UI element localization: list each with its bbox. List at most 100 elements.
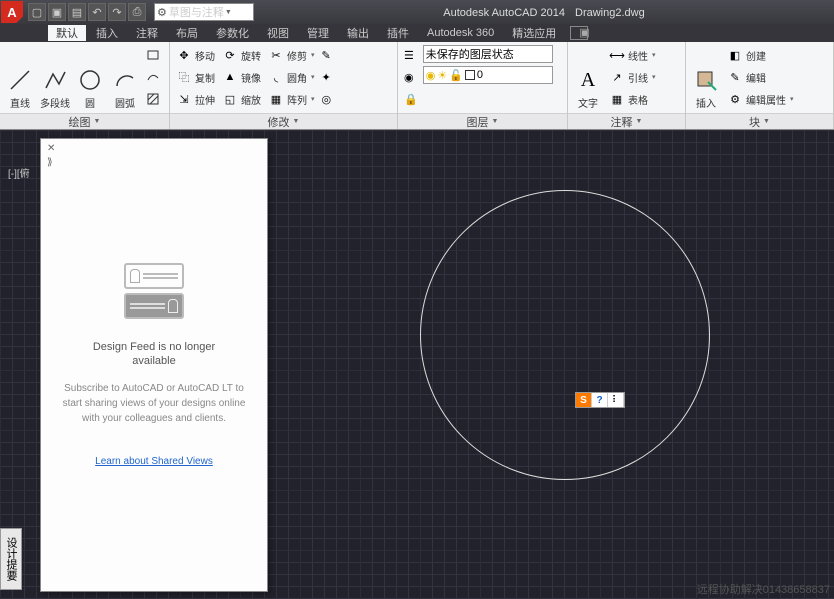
- drawing-area[interactable]: [-][俯 S ? ⠇ ✕ ⟫ Design Feed is no longer…: [0, 130, 834, 599]
- panel-annotate-title[interactable]: 注释▼: [568, 113, 685, 129]
- panel-annotate: A 文字 ⟷线性▾ ↗引线▾ ▦表格 注释▼: [568, 42, 686, 129]
- spline-icon[interactable]: [144, 67, 162, 87]
- color-swatch: [465, 70, 475, 80]
- tab-layout[interactable]: 布局: [168, 25, 206, 41]
- block-attedit-icon: ⚙: [727, 91, 743, 107]
- mirror-button[interactable]: ▲镜像: [220, 67, 263, 87]
- arc-button[interactable]: 圆弧: [109, 45, 141, 110]
- title-bar: A ▢ ▣ ▤ ↶ ↷ ⎙ ⚙ 草图与注释 ▼ Autodesk AutoCAD…: [0, 0, 834, 24]
- rotate-button[interactable]: ⟳旋转: [220, 45, 263, 65]
- block-create-button[interactable]: ◧创建: [725, 45, 796, 65]
- mirror-icon: ▲: [222, 69, 238, 85]
- line-button[interactable]: 直线: [4, 45, 36, 110]
- tab-default[interactable]: 默认: [48, 25, 86, 41]
- stretch-icon: ⇲: [176, 91, 192, 107]
- window-title: Autodesk AutoCAD 2014 Drawing2.dwg: [254, 5, 834, 19]
- scale-button[interactable]: ◱缩放: [220, 89, 263, 109]
- panel-draw-title[interactable]: 绘图▼: [0, 113, 169, 129]
- circle-button[interactable]: 圆: [74, 45, 106, 110]
- polyline-button[interactable]: 多段线: [39, 45, 71, 110]
- tab-manage[interactable]: 管理: [299, 25, 337, 41]
- gear-icon: ⚙: [157, 6, 167, 19]
- block-insert-icon: [693, 67, 719, 93]
- block-create-icon: ◧: [727, 47, 743, 63]
- feed-paragraph: Subscribe to AutoCAD or AutoCAD LT to st…: [61, 381, 247, 426]
- block-insert-button[interactable]: 插入: [690, 45, 722, 110]
- panel-block-title[interactable]: 块▼: [686, 113, 833, 129]
- footer-text: 远程协助解决01438658837: [697, 581, 830, 597]
- workspace-combo[interactable]: ⚙ 草图与注释 ▼: [154, 3, 254, 21]
- table-button[interactable]: ▦表格: [607, 89, 658, 109]
- redo-icon[interactable]: ↷: [108, 3, 126, 21]
- side-tab[interactable]: 设计提要: [0, 290, 36, 590]
- text-button[interactable]: A 文字: [572, 45, 604, 110]
- offset-icon[interactable]: ◎: [320, 89, 334, 109]
- draw-extra: [144, 45, 162, 110]
- arc-icon: [112, 67, 138, 93]
- close-icon[interactable]: ✕: [47, 143, 59, 155]
- bulb-icon: ◉: [426, 69, 436, 82]
- layer-prop-icon[interactable]: ☰: [402, 45, 420, 65]
- block-edit-icon: ✎: [727, 69, 743, 85]
- array-button[interactable]: ▦阵列▾: [266, 89, 317, 109]
- workspace-label: 草图与注释: [169, 4, 224, 20]
- quick-access-toolbar: ▢ ▣ ▤ ↶ ↷ ⎙: [28, 3, 146, 21]
- help-icon[interactable]: ▣: [570, 26, 588, 40]
- erase-icon[interactable]: ✎: [320, 45, 334, 65]
- scale-icon: ◱: [222, 91, 238, 107]
- tab-insert[interactable]: 插入: [88, 25, 126, 41]
- stretch-button[interactable]: ⇲拉伸: [174, 89, 217, 109]
- print-icon[interactable]: ⎙: [128, 3, 146, 21]
- dim-linear-button[interactable]: ⟷线性▾: [607, 45, 658, 65]
- feed-card-dark: [124, 293, 184, 319]
- polyline-icon: [42, 67, 68, 93]
- layer-lock-icon[interactable]: 🔒: [402, 89, 420, 109]
- block-edit-button[interactable]: ✎编辑: [725, 67, 796, 87]
- layer-off-icon[interactable]: ◉: [402, 67, 420, 87]
- viewport-label[interactable]: [-][俯: [8, 165, 30, 180]
- table-icon: ▦: [609, 91, 625, 107]
- save-icon[interactable]: ▤: [68, 3, 86, 21]
- drawn-circle[interactable]: [420, 190, 710, 480]
- trim-button[interactable]: ✂修剪▾: [266, 45, 317, 65]
- tab-a360[interactable]: Autodesk 360: [419, 27, 502, 39]
- explode-icon[interactable]: ✦: [320, 67, 334, 87]
- app-icon[interactable]: A: [1, 1, 23, 23]
- tab-featured[interactable]: 精选应用: [504, 25, 564, 41]
- line-icon: [7, 67, 33, 93]
- leader-button[interactable]: ↗引线▾: [607, 67, 658, 87]
- undo-icon[interactable]: ↶: [88, 3, 106, 21]
- copy-button[interactable]: ⿻复制: [174, 67, 217, 87]
- panel-modify-title[interactable]: 修改▼: [170, 113, 397, 129]
- feed-link[interactable]: Learn about Shared Views: [61, 456, 247, 467]
- open-icon[interactable]: ▣: [48, 3, 66, 21]
- ime-help-icon[interactable]: ?: [592, 393, 608, 407]
- ime-s-icon[interactable]: S: [576, 393, 592, 407]
- panel-block: 插入 ◧创建 ✎编辑 ⚙编辑属性▾ 块▼: [686, 42, 834, 129]
- fillet-button[interactable]: ◟圆角▾: [266, 67, 317, 87]
- ime-more-icon[interactable]: ⠇: [608, 393, 624, 407]
- tab-view[interactable]: 视图: [259, 25, 297, 41]
- rotate-icon: ⟳: [222, 47, 238, 63]
- tab-parametric[interactable]: 参数化: [208, 25, 257, 41]
- tab-addins[interactable]: 插件: [379, 25, 417, 41]
- rect-icon[interactable]: [144, 45, 162, 65]
- fillet-icon: ◟: [268, 69, 284, 85]
- layer-current-combo[interactable]: ◉ ☀ 🔓 0: [423, 66, 553, 84]
- dim-icon: ⟷: [609, 47, 625, 63]
- block-attedit-button[interactable]: ⚙编辑属性▾: [725, 89, 796, 109]
- layer-state-combo[interactable]: 未保存的图层状态: [423, 45, 553, 63]
- sun-icon: ☀: [437, 69, 447, 82]
- tab-annotate[interactable]: 注释: [128, 25, 166, 41]
- input-ime-bar[interactable]: S ? ⠇: [575, 392, 625, 408]
- panel-draw: 直线 多段线 圆 圆弧 绘图▼: [0, 42, 170, 129]
- move-button[interactable]: ✥移动: [174, 45, 217, 65]
- hatch-icon[interactable]: [144, 89, 162, 109]
- new-icon[interactable]: ▢: [28, 3, 46, 21]
- tab-output[interactable]: 输出: [339, 25, 377, 41]
- move-icon: ✥: [176, 47, 192, 63]
- panel-modify: ✥移动 ⿻复制 ⇲拉伸 ⟳旋转 ▲镜像 ◱缩放 ✂修剪▾ ◟圆角▾ ▦阵列▾ ✎…: [170, 42, 398, 129]
- panel-layer-title[interactable]: 图层▼: [398, 113, 567, 129]
- text-icon: A: [575, 67, 601, 93]
- pin-icon[interactable]: ⟫: [47, 157, 53, 168]
